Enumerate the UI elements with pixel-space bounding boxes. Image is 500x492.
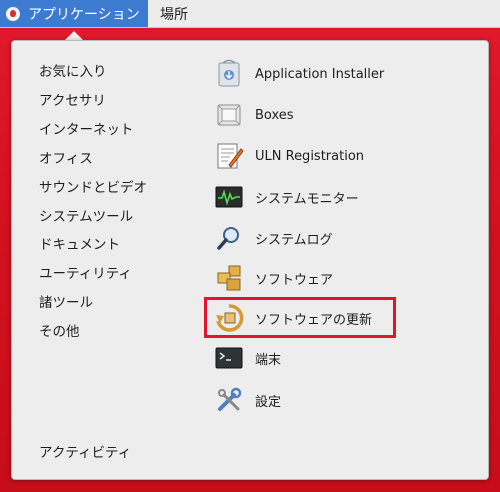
app-system-log[interactable]: システムログ [214,222,333,254]
category-office[interactable]: オフィス [39,147,93,167]
software-icon [214,263,244,293]
app-label: 設定 [255,394,282,410]
category-sound-video[interactable]: サウンドとビデオ [39,176,147,196]
places-menu-button[interactable]: 場所 [160,0,188,27]
category-accessories[interactable]: アクセサリ [39,89,106,109]
category-favorites[interactable]: お気に入り [39,60,107,80]
category-other[interactable]: その他 [39,320,80,340]
registration-icon [214,141,244,171]
category-internet[interactable]: インターネット [39,118,134,138]
category-system-tools[interactable]: システムツール [39,205,133,225]
package-installer-icon [214,59,244,89]
app-label: Boxes [255,107,294,123]
app-uln-registration[interactable]: ULN Registration [214,140,364,172]
boxes-icon [214,100,244,130]
places-menu-label: 場所 [160,6,188,23]
app-label: システムログ [255,232,333,248]
terminal-icon [214,343,244,373]
app-label: Application Installer [255,66,385,82]
app-label: ソフトウェア [255,272,334,288]
settings-icon [214,385,244,415]
app-boxes[interactable]: Boxes [214,99,294,131]
category-sundry[interactable]: 諸ツール [39,291,93,311]
applications-menu-label: アプリケーション [28,6,140,23]
applications-menu-button[interactable]: アプリケーション [0,0,148,27]
activities-overview-link[interactable]: アクティビティ [39,441,131,461]
category-documentation[interactable]: ドキュメント [39,233,120,253]
category-utilities[interactable]: ユーティリティ [39,262,132,282]
app-software[interactable]: ソフトウェア [214,262,333,294]
distro-logo-icon [6,6,20,21]
system-log-icon [214,223,244,253]
system-monitor-icon [214,182,244,212]
app-settings[interactable]: 設定 [214,384,281,416]
app-application-installer[interactable]: Application Installer [214,58,384,90]
top-bar: アプリケーション 場所 [0,0,500,28]
app-terminal[interactable]: 端末 [214,342,281,374]
highlight-box [204,297,396,338]
app-label: システムモニター [255,191,359,207]
app-system-monitor[interactable]: システムモニター [214,181,359,213]
app-label: ULN Registration [255,148,365,164]
app-label: 端末 [255,352,282,368]
